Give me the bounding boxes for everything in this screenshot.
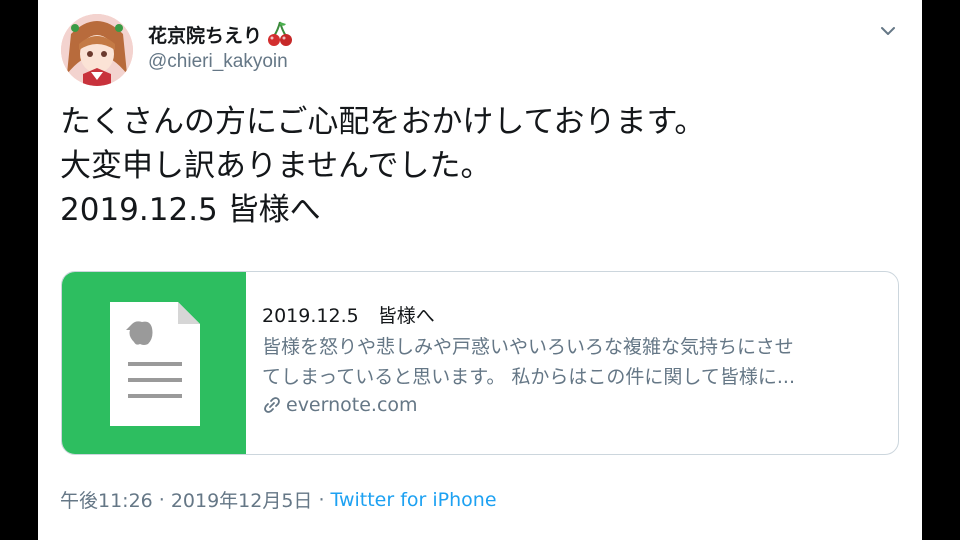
- tweet-line: たくさんの方にご心配をおかけしております。: [60, 104, 706, 140]
- tweet-card: 花京院ちえり @chieri_kakyoin たくさんの方にご心配をおかけしてお…: [38, 0, 922, 540]
- link-preview-card[interactable]: 2019.12.5 皆様へ 皆様を怒りや悲しみや戸惑いやいろいろな複雑な気持ちに…: [61, 271, 899, 455]
- tweet-meta: 午後11:26 · 2019年12月5日 · Twitter for iPhon…: [60, 486, 497, 513]
- link-body: 2019.12.5 皆様へ 皆様を怒りや悲しみや戸惑いやいろいろな複雑な気持ちに…: [246, 272, 898, 454]
- chevron-down-icon[interactable]: [878, 22, 898, 40]
- link-description: 皆様を怒りや悲しみや戸惑いやいろいろな複雑な気持ちにさせ てしまっていると思いま…: [262, 332, 882, 392]
- tweet-date[interactable]: 2019年12月5日: [171, 486, 313, 513]
- cherry-icon: [268, 21, 293, 46]
- meta-separator: ·: [158, 488, 165, 511]
- user-handle[interactable]: @chieri_kakyoin: [148, 51, 288, 73]
- link-title: 2019.12.5 皆様へ: [262, 305, 435, 327]
- display-name[interactable]: 花京院ちえり: [148, 20, 294, 48]
- link-icon: [264, 397, 280, 413]
- letterbox-left: [0, 0, 38, 540]
- letterbox-right: [922, 0, 960, 540]
- avatar-image: [61, 14, 133, 86]
- link-description-line: 皆様を怒りや悲しみや戸惑いやいろいろな複雑な気持ちにさせ: [262, 336, 794, 358]
- tweet-line: 大変申し訳ありませんでした。: [60, 148, 492, 184]
- tweet-source-link[interactable]: Twitter for iPhone: [330, 489, 496, 511]
- meta-separator: ·: [318, 488, 325, 511]
- evernote-document-icon: [110, 302, 200, 426]
- tweet-line: 2019.12.5 皆様へ: [60, 192, 321, 228]
- link-domain-text: evernote.com: [286, 394, 418, 416]
- avatar[interactable]: [61, 14, 133, 86]
- link-thumbnail: [62, 272, 246, 454]
- tweet-time[interactable]: 午後11:26: [60, 486, 153, 513]
- link-domain: evernote.com: [262, 394, 882, 416]
- display-name-text: 花京院ちえり: [148, 24, 263, 47]
- tweet-text: たくさんの方にご心配をおかけしております。 大変申し訳ありませんでした。 201…: [60, 100, 705, 232]
- link-description-line: てしまっていると思います。 私からはこの件に関して皆様に...: [262, 366, 795, 388]
